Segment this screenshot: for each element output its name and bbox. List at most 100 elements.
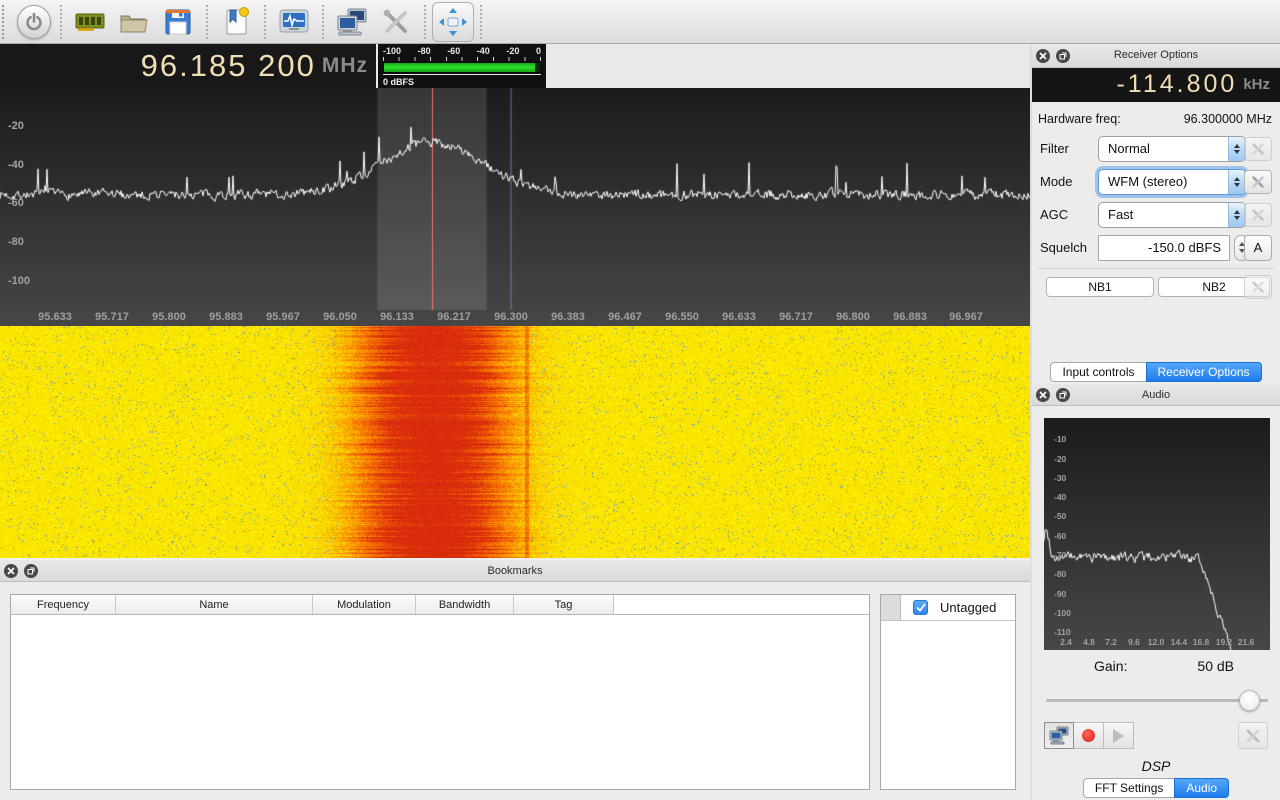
audio-y-tick: -80 (1054, 569, 1066, 579)
column-header-frequency[interactable]: Frequency (11, 595, 116, 614)
gain-slider-track[interactable] (1046, 699, 1268, 702)
auto-squelch-label: A (1254, 240, 1263, 255)
dock-tabbar: Input controls Receiver Options (1032, 360, 1280, 384)
meter-tick: -20 (506, 46, 519, 56)
gain-slider[interactable] (1046, 690, 1268, 710)
offset-value[interactable]: -114.800 (1116, 70, 1237, 99)
column-header-name[interactable]: Name (116, 595, 313, 614)
play-icon (1113, 729, 1124, 743)
audio-stream-button[interactable] (1044, 722, 1074, 749)
select-arrows-icon (1228, 170, 1245, 194)
spectrum-x-tick: 95.800 (152, 311, 186, 323)
audio-x-tick: 19.2 (1216, 637, 1233, 647)
bookmarks-content: Frequency Name Modulation Bandwidth Tag (0, 582, 1030, 800)
right-panel: Receiver Options -114.800 kHz Hardware f… (1030, 44, 1280, 800)
meter-tick: -80 (418, 46, 431, 56)
spectrum-canvas[interactable] (0, 88, 1030, 326)
tag-color-swatch[interactable] (881, 595, 901, 620)
tag-checkbox[interactable] (913, 600, 928, 615)
float-icon[interactable] (1056, 49, 1070, 63)
meter-bar (384, 63, 535, 72)
filter-value: Normal (1099, 141, 1228, 156)
tab-audio[interactable]: Audio (1174, 778, 1229, 798)
close-icon[interactable] (4, 564, 18, 578)
close-icon[interactable] (1036, 49, 1050, 63)
nb-options-button[interactable] (1244, 275, 1272, 299)
float-icon[interactable] (24, 564, 38, 578)
spectrum-x-tick: 96.800 (836, 311, 870, 323)
open-folder-icon (117, 7, 151, 37)
filter-options-button[interactable] (1244, 137, 1272, 161)
audio-panel-body: -10 -20 -30 -40 -50 -60 -70 -80 -90 -100… (1032, 406, 1280, 776)
audio-y-tick: -70 (1054, 550, 1066, 560)
tag-list-item[interactable]: Untagged (881, 595, 1015, 621)
audio-titlebar: Audio (1032, 384, 1280, 406)
tab-fft-settings[interactable]: FFT Settings (1083, 778, 1174, 798)
toolbar-grip[interactable] (2, 5, 10, 39)
save-button[interactable] (156, 2, 200, 42)
offset-frequency-display[interactable]: -114.800 kHz (1032, 68, 1280, 102)
bookmarks-titlebar: Bookmarks (0, 560, 1030, 582)
column-header-bandwidth[interactable]: Bandwidth (416, 595, 514, 614)
close-icon[interactable] (1036, 388, 1050, 402)
column-header-modulation[interactable]: Modulation (313, 595, 416, 614)
float-icon[interactable] (1056, 388, 1070, 402)
tools-button[interactable] (374, 2, 418, 42)
meter-tick: 0 (536, 46, 541, 56)
mode-options-button[interactable] (1244, 170, 1272, 194)
meter-label: 0 dBFS (383, 77, 541, 87)
remote-control-button[interactable] (330, 2, 374, 42)
dsp-monitor-button[interactable] (272, 2, 316, 42)
spectrum-x-tick: 95.633 (38, 311, 72, 323)
frequency-value[interactable]: 96.185 200 (141, 48, 316, 84)
audio-play-button[interactable] (1104, 722, 1134, 749)
nb1-button[interactable]: NB1 (1046, 277, 1154, 297)
audio-y-tick: -20 (1054, 454, 1066, 464)
tab-audio-label: Audio (1186, 781, 1217, 795)
audio-x-tick: 2.4 (1060, 637, 1072, 647)
power-icon (17, 5, 51, 39)
agc-options-button[interactable] (1244, 203, 1272, 227)
agc-select[interactable]: Fast (1098, 202, 1246, 228)
tools-icon (380, 6, 412, 38)
squelch-input[interactable]: -150.0 dBFS (1098, 235, 1230, 261)
toolbar-separator (264, 5, 266, 39)
audio-record-button[interactable] (1074, 722, 1104, 749)
toolbar-separator (322, 5, 324, 39)
spectrum-x-tick: 96.633 (722, 311, 756, 323)
spectrum-x-tick: 95.967 (266, 311, 300, 323)
audio-fft-canvas[interactable] (1044, 418, 1270, 650)
io-config-button[interactable] (68, 2, 112, 42)
audio-fft-plot[interactable]: -10 -20 -30 -40 -50 -60 -70 -80 -90 -100… (1044, 418, 1270, 650)
auto-squelch-button[interactable]: A (1244, 235, 1272, 261)
toolbar-separator (206, 5, 208, 39)
fullscreen-button[interactable] (432, 2, 474, 42)
audio-y-tick: -100 (1054, 608, 1071, 618)
mode-select[interactable]: WFM (stereo) (1098, 169, 1246, 195)
spectrum-x-tick: 95.883 (209, 311, 243, 323)
open-button[interactable] (112, 2, 156, 42)
squelch-label: Squelch (1040, 240, 1087, 255)
gain-value: 50 dB (1197, 658, 1234, 674)
bookmarks-button[interactable] (214, 2, 258, 42)
nb1-label: NB1 (1088, 280, 1111, 294)
gain-slider-handle[interactable] (1239, 690, 1260, 711)
waterfall-canvas[interactable] (0, 326, 1030, 558)
audio-x-tick: 4.8 (1083, 637, 1095, 647)
tools-icon (1251, 208, 1265, 222)
agc-label: AGC (1040, 207, 1068, 222)
spectrum-x-tick: 96.383 (551, 311, 585, 323)
power-button[interactable] (14, 2, 54, 42)
frequency-display[interactable]: 96.185 200 MHz (0, 44, 376, 88)
column-header-tag[interactable]: Tag (514, 595, 614, 614)
squelch-value: -150.0 dBFS (1148, 240, 1221, 255)
tab-receiver-options[interactable]: Receiver Options (1146, 362, 1262, 382)
filter-select[interactable]: Normal (1098, 136, 1246, 162)
toolbar-separator (60, 5, 62, 39)
meter-tick: -60 (447, 46, 460, 56)
audio-y-tick: -50 (1054, 511, 1066, 521)
audio-x-tick: 12.0 (1148, 637, 1165, 647)
audio-options-button[interactable] (1238, 722, 1268, 749)
tab-input-controls[interactable]: Input controls (1050, 362, 1145, 382)
spectrum-y-tick: -20 (8, 120, 24, 132)
